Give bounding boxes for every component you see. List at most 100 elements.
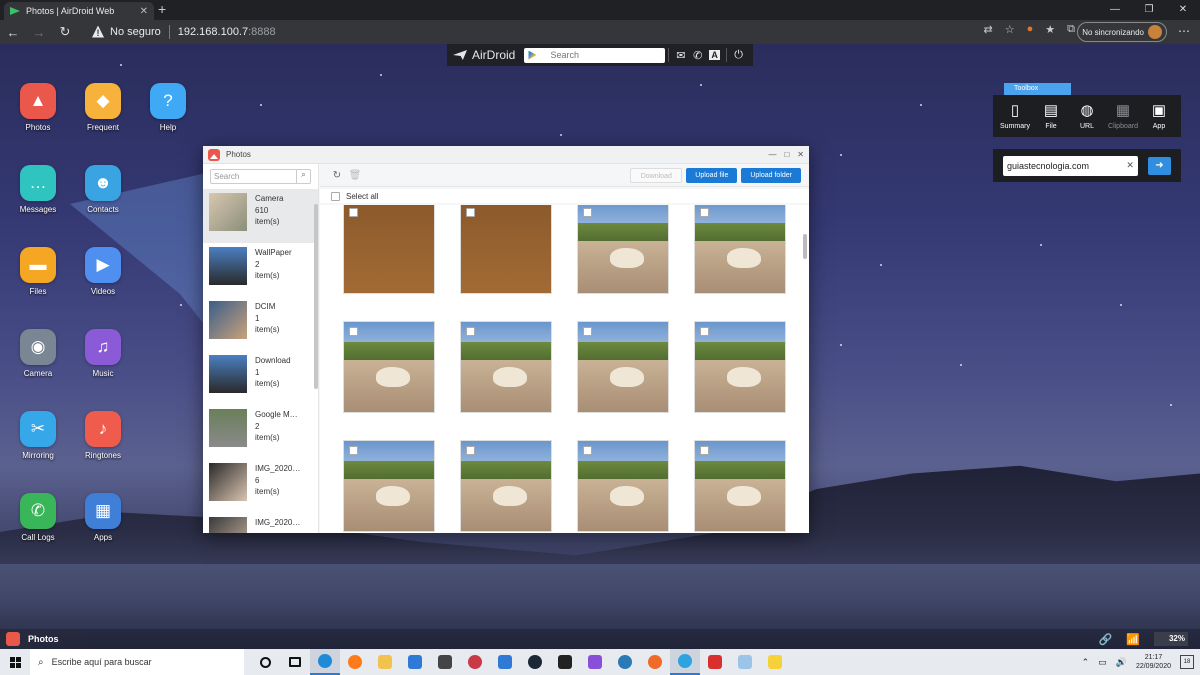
close-icon[interactable]: ✕ <box>797 150 804 159</box>
album-item[interactable]: Camera 610 item(s) <box>203 189 318 243</box>
favorite-star-icon[interactable]: ☆ <box>1005 23 1015 36</box>
flash-app-icon[interactable] <box>700 649 730 675</box>
photo-checkbox[interactable] <box>700 208 709 217</box>
profile-sync-button[interactable]: No sincronizando <box>1077 22 1167 42</box>
mail-icon[interactable]: ✉ <box>672 49 689 62</box>
photo-thumbnail[interactable] <box>578 205 668 293</box>
file-explorer-icon[interactable] <box>370 649 400 675</box>
mail-icon[interactable] <box>400 649 430 675</box>
desktop-icon-help[interactable]: ? Help <box>138 83 198 132</box>
omnibox[interactable]: No seguro 192.168.100.7 :8888 <box>92 22 984 42</box>
refresh-icon[interactable]: ↻ <box>328 170 346 181</box>
desktop-icon-files[interactable]: ▬ Files <box>8 247 68 296</box>
back-icon[interactable]: ← <box>0 25 26 40</box>
album-item[interactable]: Download 1 item(s) <box>203 351 318 405</box>
desktop-icon-videos[interactable]: ▶ Videos <box>73 247 133 296</box>
photo-checkbox[interactable] <box>466 208 475 217</box>
maximize-icon[interactable]: ❐ <box>1132 0 1166 20</box>
desktop-icon-call-logs[interactable]: ✆ Call Logs <box>8 493 68 542</box>
firefox-icon[interactable] <box>340 649 370 675</box>
volume-icon[interactable]: 🔊 <box>1116 657 1127 668</box>
toolbox-file[interactable]: ▤ File <box>1034 102 1068 130</box>
select-all-checkbox[interactable] <box>331 191 340 201</box>
origin-icon[interactable] <box>640 649 670 675</box>
airdroid-taskbar-icon[interactable] <box>670 649 700 675</box>
edge-icon[interactable] <box>310 649 340 675</box>
toolbox-app[interactable]: ▣ App <box>1142 102 1176 130</box>
search-icon[interactable]: ⌕ <box>296 170 310 183</box>
photo-checkbox[interactable] <box>349 327 358 336</box>
notifications-icon[interactable]: 18 <box>1180 655 1194 669</box>
photo-checkbox[interactable] <box>583 327 592 336</box>
maximize-icon[interactable]: □ <box>784 150 789 159</box>
toolbox-summary[interactable]: ▯ Summary <box>998 102 1032 130</box>
desktop-icon-photos[interactable]: ▲ Photos <box>8 83 68 132</box>
desktop-icon-contacts[interactable]: ☻ Contacts <box>73 165 133 214</box>
upload-file-button[interactable]: Upload file <box>686 167 738 183</box>
text-font-icon[interactable]: A <box>709 50 721 60</box>
desktop-icon-camera[interactable]: ◉ Camera <box>8 329 68 378</box>
photo-checkbox[interactable] <box>349 446 358 455</box>
cortana-icon[interactable] <box>250 649 280 675</box>
select-all-row[interactable]: Select all <box>320 189 809 203</box>
desktop-icon-messages[interactable]: … Messages <box>8 165 68 214</box>
photos-window-titlebar[interactable]: Photos — □ ✕ <box>203 146 809 164</box>
toolbox-clipboard[interactable]: ▦ Clipboard <box>1106 102 1140 130</box>
play-store-search[interactable] <box>524 47 666 63</box>
photo-thumbnail[interactable] <box>461 322 551 412</box>
twitch-icon[interactable] <box>580 649 610 675</box>
photo-checkbox[interactable] <box>583 208 592 217</box>
photo-thumbnail[interactable] <box>695 205 785 293</box>
photo-checkbox[interactable] <box>466 327 475 336</box>
epic-games-icon[interactable] <box>550 649 580 675</box>
play-store-search-input[interactable] <box>550 50 661 60</box>
network-icon[interactable]: ▭ <box>1098 657 1107 668</box>
album-item[interactable]: DCIM 1 item(s) <box>203 297 318 351</box>
send-url-button[interactable]: ➜ <box>1147 156 1171 175</box>
photo-checkbox[interactable] <box>700 446 709 455</box>
browser-tab[interactable]: Photos | AirDroid Web ✕ <box>4 2 154 20</box>
minimize-icon[interactable]: — <box>768 150 776 159</box>
dock-photos-item[interactable]: Photos <box>0 629 96 649</box>
new-tab-icon[interactable]: + <box>158 1 166 17</box>
album-scrollbar[interactable] <box>314 204 318 389</box>
clock[interactable]: 21:17 22/09/2020 <box>1136 653 1171 671</box>
photo-thumbnail[interactable] <box>461 205 551 293</box>
desktop-icon-frequent[interactable]: ◆ Frequent <box>73 83 133 132</box>
desktop-icon-music[interactable]: ♫ Music <box>73 329 133 378</box>
trash-icon[interactable]: 🗑 <box>346 170 364 181</box>
forward-icon[interactable]: → <box>26 25 52 40</box>
task-view-icon[interactable] <box>280 649 310 675</box>
photo-thumbnail[interactable] <box>344 205 434 293</box>
show-hidden-icons-icon[interactable]: ⌃ <box>1082 657 1090 668</box>
album-item[interactable]: IMG_2020… <box>203 513 318 533</box>
upload-folder-button[interactable]: Upload folder <box>741 167 801 183</box>
album-search[interactable]: Search ⌕ <box>210 169 311 184</box>
album-item[interactable]: IMG_2020… 6 item(s) <box>203 459 318 513</box>
store-icon[interactable] <box>430 649 460 675</box>
translate-icon[interactable]: ⇄ <box>984 23 993 36</box>
browser-menu-icon[interactable]: ⋯ <box>1178 24 1190 38</box>
notepad-icon[interactable] <box>730 649 760 675</box>
taskbar-search[interactable]: ⌕ Escribe aquí para buscar <box>30 649 244 675</box>
url-input[interactable]: guiastecnologia.com ✕ <box>1003 155 1138 176</box>
desktop-icon-mirroring[interactable]: ✂ Mirroring <box>8 411 68 460</box>
desktop-icon-ringtones[interactable]: ♪ Ringtones <box>73 411 133 460</box>
sticky-notes-icon[interactable] <box>760 649 790 675</box>
album-item[interactable]: WallPaper 2 item(s) <box>203 243 318 297</box>
photo-thumbnail[interactable] <box>344 441 434 531</box>
photo-thumbnail[interactable] <box>461 441 551 531</box>
phone-call-icon[interactable]: ✆ <box>689 49 706 62</box>
close-window-icon[interactable]: ✕ <box>1166 0 1200 20</box>
minimize-icon[interactable]: — <box>1098 0 1132 20</box>
desktop-icon-apps[interactable]: ▦ Apps <box>73 493 133 542</box>
photo-checkbox[interactable] <box>583 446 592 455</box>
collections-icon[interactable]: ⧉ <box>1067 23 1075 36</box>
photo-checkbox[interactable] <box>466 446 475 455</box>
favorites-bar-icon[interactable]: ★ <box>1045 23 1055 36</box>
photo-checkbox[interactable] <box>349 208 358 217</box>
album-item[interactable]: Google M… 2 item(s) <box>203 405 318 459</box>
power-icon[interactable]: ⏻ <box>730 49 747 62</box>
photo-thumbnail[interactable] <box>695 441 785 531</box>
todo-icon[interactable] <box>490 649 520 675</box>
